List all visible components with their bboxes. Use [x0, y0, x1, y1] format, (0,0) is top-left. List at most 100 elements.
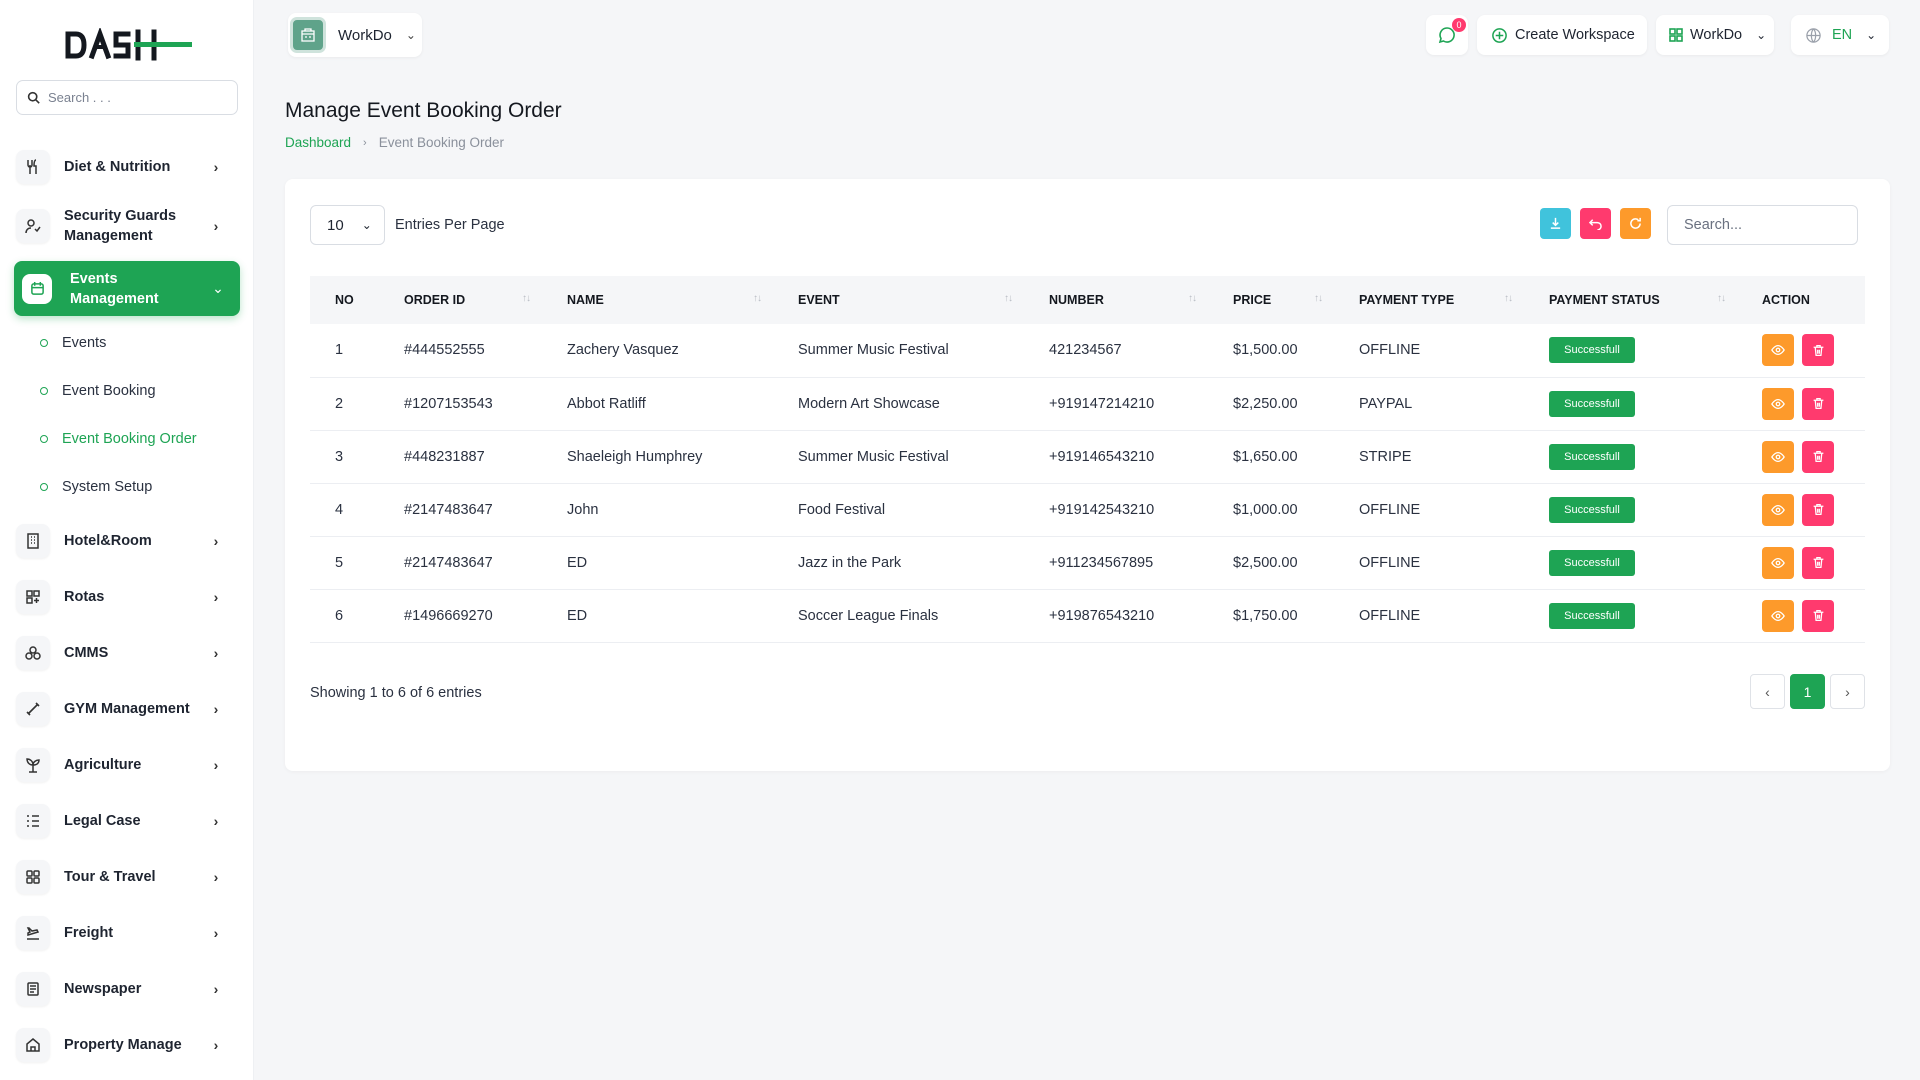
sidebar-search-input[interactable]: [48, 90, 218, 105]
globe-icon: [1806, 27, 1821, 43]
cell-no: 4: [310, 483, 379, 537]
breadcrumb-home-link[interactable]: Dashboard: [285, 135, 351, 150]
entries-per-page-select[interactable]: 10 ⌄: [310, 205, 385, 245]
cell-name: ED: [542, 589, 773, 643]
sidebar-item-security-guards[interactable]: Security Guards Management ›: [16, 206, 238, 246]
pagination-next-button[interactable]: ›: [1830, 674, 1865, 709]
column-header-name[interactable]: NAME ↑↓: [542, 276, 773, 324]
chevron-right-icon: ›: [213, 869, 219, 885]
workspace-name: WorkDo: [338, 26, 392, 44]
sidebar-item-rotas[interactable]: Rotas ›: [16, 580, 238, 614]
delete-button[interactable]: [1802, 440, 1834, 473]
delete-button[interactable]: [1802, 387, 1834, 420]
status-badge: Successfull: [1549, 390, 1635, 417]
cell-price: $1,500.00: [1208, 324, 1334, 378]
view-button[interactable]: [1762, 599, 1794, 632]
dash-logo[interactable]: [64, 28, 194, 62]
chevron-right-icon: ›: [213, 757, 219, 773]
cell-name: Abbot Ratliff: [542, 377, 773, 431]
sidebar-subitem-system-setup[interactable]: System Setup: [40, 479, 152, 495]
cell-number: +911234567895: [1024, 536, 1208, 590]
cell-action: [1737, 483, 1865, 537]
column-header-event[interactable]: EVENT ↑↓: [773, 276, 1024, 324]
cell-name: Shaeleigh Humphrey: [542, 430, 773, 484]
column-header-action: ACTION: [1737, 276, 1865, 324]
notifications-button[interactable]: 0: [1426, 15, 1468, 55]
pagination-page-button[interactable]: 1: [1790, 674, 1825, 709]
table-row: 3 #448231887 Shaeleigh Humphrey Summer Musi…: [310, 430, 1865, 484]
table-search[interactable]: [1667, 205, 1858, 245]
view-button[interactable]: [1762, 546, 1794, 579]
bullet-icon: [40, 387, 48, 395]
view-button[interactable]: [1762, 334, 1794, 367]
delete-button[interactable]: [1802, 546, 1834, 579]
chevron-down-icon: ⌄: [405, 28, 416, 42]
sidebar-subitem-events[interactable]: Events: [40, 335, 106, 351]
sidebar-item-tour-travel[interactable]: Tour & Travel ›: [16, 860, 238, 894]
cell-number: +919146543210: [1024, 430, 1208, 484]
cell-number: +919876543210: [1024, 589, 1208, 643]
sidebar-item-legal-case[interactable]: Legal Case ›: [16, 804, 238, 838]
sidebar-item-label: Property Manage: [64, 1037, 182, 1053]
sidebar-item-hotel-room[interactable]: Hotel&Room ›: [16, 524, 238, 558]
sidebar-item-cmms[interactable]: CMMS ›: [16, 636, 238, 670]
create-workspace-button[interactable]: Create Workspace: [1477, 15, 1647, 55]
sidebar-item-property-manage[interactable]: Property Manage ›: [16, 1028, 238, 1062]
column-header-payment-type[interactable]: PAYMENT TYPE ↑↓: [1334, 276, 1524, 324]
notification-badge: 0: [1452, 18, 1466, 32]
column-header-order-id[interactable]: ORDER ID ↑↓: [379, 276, 542, 324]
sidebar-item-events-management[interactable]: Events Management ⌄: [14, 261, 240, 316]
plus-circle-icon: [1492, 27, 1507, 43]
sidebar-item-agriculture[interactable]: Agriculture ›: [16, 748, 238, 782]
table-search-input[interactable]: [1684, 217, 1844, 233]
view-button[interactable]: [1762, 440, 1794, 473]
delete-button[interactable]: [1802, 334, 1834, 367]
column-header-price[interactable]: PRICE ↑↓: [1208, 276, 1334, 324]
sidebar-item-diet-nutrition[interactable]: Diet & Nutrition ›: [16, 150, 238, 184]
cell-order-id: #2147483647: [379, 536, 542, 590]
delete-button[interactable]: [1802, 599, 1834, 632]
sort-icon: ↑↓: [1314, 293, 1323, 304]
language-dropdown[interactable]: EN ⌄: [1791, 15, 1889, 55]
table-row: 5 #2147483647 ED Jazz in the Park +911234567…: [310, 536, 1865, 590]
trash-icon: [1813, 503, 1823, 516]
chevron-right-icon: ›: [363, 136, 367, 149]
sidebar-item-freight[interactable]: Freight ›: [16, 916, 238, 950]
cell-event: Modern Art Showcase: [773, 377, 1024, 431]
sidebar-item-label: CMMS: [64, 645, 109, 661]
sidebar-subitem-event-booking-order[interactable]: Event Booking Order: [40, 431, 197, 447]
reset-button[interactable]: [1580, 208, 1611, 239]
sidebar-item-gym-management[interactable]: GYM Management ›: [16, 692, 238, 726]
sidebar-item-newspaper[interactable]: Newspaper ›: [16, 972, 238, 1006]
sort-icon: ↑↓: [1504, 293, 1513, 304]
eye-icon: [1771, 398, 1785, 409]
home-icon: [16, 1028, 50, 1062]
sidebar-subitem-event-booking[interactable]: Event Booking: [40, 383, 156, 399]
workspace-switch-dropdown[interactable]: WorkDo ⌄: [1656, 15, 1774, 55]
sidebar-search[interactable]: [16, 80, 238, 115]
chevron-down-icon: ⌄: [1866, 28, 1877, 42]
export-button[interactable]: [1540, 208, 1571, 239]
cell-payment-type: PAYPAL: [1334, 377, 1524, 431]
view-button[interactable]: [1762, 493, 1794, 526]
chevron-right-icon: ›: [213, 925, 219, 941]
view-button[interactable]: [1762, 387, 1794, 420]
sidebar-item-label: Newspaper: [64, 981, 142, 997]
column-header-no[interactable]: NO: [310, 276, 379, 324]
reload-button[interactable]: [1620, 208, 1651, 239]
pagination-prev-button[interactable]: ‹: [1750, 674, 1785, 709]
workspace-selector[interactable]: WorkDo ⌄: [288, 13, 422, 57]
bullet-icon: [40, 483, 48, 491]
column-header-payment-status[interactable]: PAYMENT STATUS ↑↓: [1524, 276, 1737, 324]
chevron-down-icon: ⌄: [1756, 28, 1767, 42]
cell-payment-status: Successfull: [1524, 589, 1737, 643]
cell-no: 6: [310, 589, 379, 643]
cell-payment-type: OFFLINE: [1334, 589, 1524, 643]
sort-icon: ↑↓: [1004, 293, 1013, 304]
column-header-number[interactable]: NUMBER ↑↓: [1024, 276, 1208, 324]
status-badge: Successfull: [1549, 496, 1635, 523]
orders-card: 10 ⌄ Entries Per Page NO ORDER ID↑↓ NAME…: [285, 179, 1890, 771]
cell-order-id: #1207153543: [379, 377, 542, 431]
delete-button[interactable]: [1802, 493, 1834, 526]
chevron-right-icon: ›: [213, 533, 219, 549]
